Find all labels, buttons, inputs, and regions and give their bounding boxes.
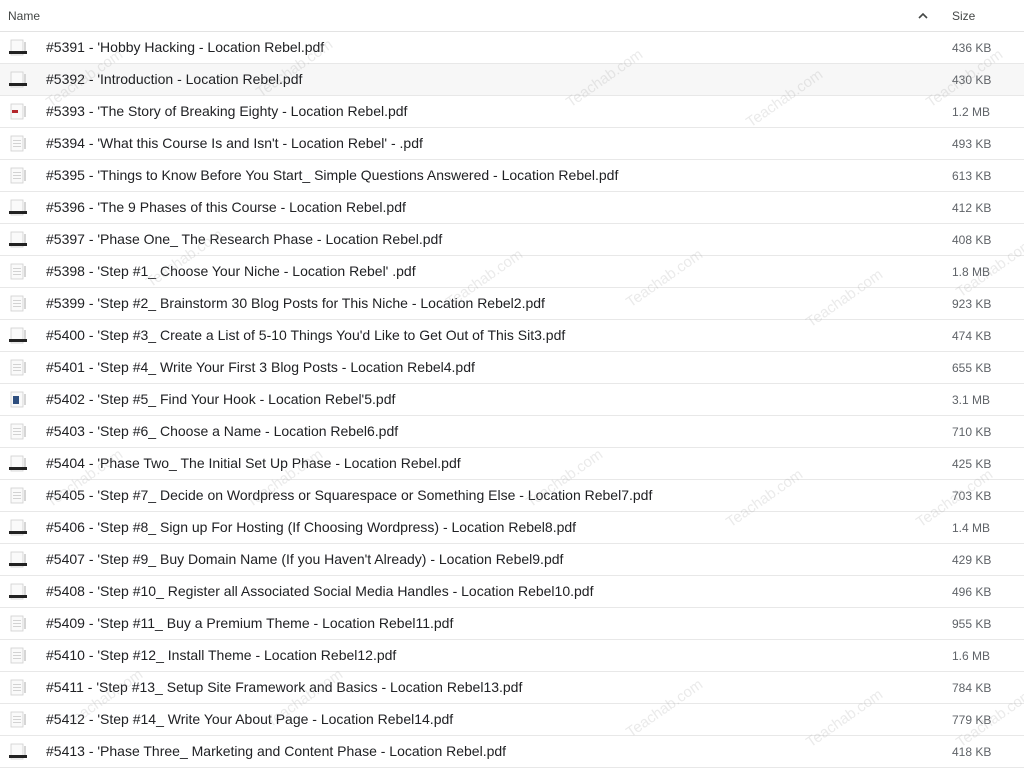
- pdf-thumbnail-icon: [9, 327, 27, 344]
- file-name: #5408 - 'Step #10_ Register all Associat…: [46, 583, 594, 599]
- size-column-header[interactable]: Size: [952, 9, 975, 23]
- pdf-thumbnail-icon: [9, 199, 27, 216]
- file-size: 655 KB: [952, 361, 992, 375]
- pdf-thumbnail-icon: [10, 359, 26, 376]
- pdf-thumbnail-icon: [10, 647, 26, 664]
- file-name: #5400 - 'Step #3_ Create a List of 5-10 …: [46, 327, 566, 343]
- pdf-thumbnail-icon: [10, 295, 26, 312]
- file-name: #5406 - 'Step #8_ Sign up For Hosting (I…: [46, 519, 577, 535]
- pdf-thumbnail-icon: [10, 679, 26, 696]
- file-size: 436 KB: [952, 41, 992, 55]
- name-column-header[interactable]: Name: [8, 9, 40, 23]
- file-name: #5407 - 'Step #9_ Buy Domain Name (If yo…: [46, 551, 564, 567]
- pdf-thumbnail-icon: [9, 231, 27, 248]
- pdf-thumbnail-icon: [10, 615, 26, 632]
- file-name: #5410 - 'Step #12_ Install Theme - Locat…: [46, 647, 397, 663]
- pdf-thumbnail-icon: [10, 423, 26, 440]
- file-size: 1.4 MB: [952, 521, 991, 535]
- file-row[interactable]: #5409 - 'Step #11_ Buy a Premium Theme -…: [0, 608, 1024, 640]
- file-name: #5409 - 'Step #11_ Buy a Premium Theme -…: [46, 615, 454, 631]
- file-row[interactable]: #5401 - 'Step #4_ Write Your First 3 Blo…: [0, 352, 1024, 384]
- file-name: #5401 - 'Step #4_ Write Your First 3 Blo…: [46, 359, 475, 375]
- file-name: #5395 - 'Things to Know Before You Start…: [46, 167, 619, 183]
- file-size: 412 KB: [952, 201, 992, 215]
- file-size: 429 KB: [952, 553, 992, 567]
- file-row[interactable]: #5404 - 'Phase Two_ The Initial Set Up P…: [0, 448, 1024, 480]
- file-row[interactable]: #5391 - 'Hobby Hacking - Location Rebel.…: [0, 32, 1024, 64]
- file-size: 703 KB: [952, 489, 992, 503]
- file-row[interactable]: #5394 - 'What this Course Is and Isn't -…: [0, 128, 1024, 160]
- file-size: 613 KB: [952, 169, 992, 183]
- file-row[interactable]: #5402 - 'Step #5_ Find Your Hook - Locat…: [0, 384, 1024, 416]
- file-name: #5398 - 'Step #1_ Choose Your Niche - Lo…: [46, 263, 416, 279]
- pdf-thumbnail-icon: [9, 583, 27, 600]
- file-size: 474 KB: [952, 329, 992, 343]
- file-row[interactable]: #5400 - 'Step #3_ Create a List of 5-10 …: [0, 320, 1024, 352]
- file-name: #5404 - 'Phase Two_ The Initial Set Up P…: [46, 455, 461, 471]
- file-size: 425 KB: [952, 457, 992, 471]
- file-row[interactable]: #5397 - 'Phase One_ The Research Phase -…: [0, 224, 1024, 256]
- file-row[interactable]: #5403 - 'Step #6_ Choose a Name - Locati…: [0, 416, 1024, 448]
- file-row[interactable]: #5410 - 'Step #12_ Install Theme - Locat…: [0, 640, 1024, 672]
- file-row[interactable]: #5395 - 'Things to Know Before You Start…: [0, 160, 1024, 192]
- pdf-thumbnail-icon: [10, 391, 26, 408]
- file-size: 408 KB: [952, 233, 992, 247]
- file-name: #5392 - 'Introduction - Location Rebel.p…: [46, 71, 303, 87]
- file-row[interactable]: #5412 - 'Step #14_ Write Your About Page…: [0, 704, 1024, 736]
- file-name: #5397 - 'Phase One_ The Research Phase -…: [46, 231, 443, 247]
- file-name: #5396 - 'The 9 Phases of this Course - L…: [46, 199, 406, 215]
- file-row[interactable]: #5408 - 'Step #10_ Register all Associat…: [0, 576, 1024, 608]
- file-row[interactable]: #5399 - 'Step #2_ Brainstorm 30 Blog Pos…: [0, 288, 1024, 320]
- file-size: 493 KB: [952, 137, 992, 151]
- file-size: 496 KB: [952, 585, 992, 599]
- file-row[interactable]: #5393 - 'The Story of Breaking Eighty - …: [0, 96, 1024, 128]
- file-name: #5391 - 'Hobby Hacking - Location Rebel.…: [46, 39, 325, 55]
- pdf-thumbnail-icon: [9, 743, 27, 760]
- column-header-row: Name Size: [0, 0, 1024, 32]
- file-row[interactable]: #5407 - 'Step #9_ Buy Domain Name (If yo…: [0, 544, 1024, 576]
- pdf-thumbnail-icon: [9, 551, 27, 568]
- file-size: 1.8 MB: [952, 265, 991, 279]
- file-name: #5412 - 'Step #14_ Write Your About Page…: [46, 711, 454, 727]
- pdf-thumbnail-icon: [10, 263, 26, 280]
- file-size: 779 KB: [952, 713, 992, 727]
- pdf-thumbnail-icon: [10, 167, 26, 184]
- file-size: 1.2 MB: [952, 105, 991, 119]
- file-size: 710 KB: [952, 425, 992, 439]
- pdf-thumbnail-icon: [10, 135, 26, 152]
- file-name: #5402 - 'Step #5_ Find Your Hook - Locat…: [46, 391, 396, 407]
- file-name: #5411 - 'Step #13_ Setup Site Framework …: [46, 679, 523, 695]
- file-size: 430 KB: [952, 73, 992, 87]
- chevron-up-icon[interactable]: [915, 8, 931, 24]
- pdf-thumbnail-icon: [10, 711, 26, 728]
- file-name: #5393 - 'The Story of Breaking Eighty - …: [46, 103, 408, 119]
- file-row[interactable]: #5396 - 'The 9 Phases of this Course - L…: [0, 192, 1024, 224]
- file-name: #5399 - 'Step #2_ Brainstorm 30 Blog Pos…: [46, 295, 545, 311]
- file-size: 955 KB: [952, 617, 992, 631]
- file-rows: #5391 - 'Hobby Hacking - Location Rebel.…: [0, 32, 1024, 768]
- pdf-thumbnail-icon: [9, 455, 27, 472]
- pdf-thumbnail-icon: [10, 103, 26, 120]
- file-name: #5394 - 'What this Course Is and Isn't -…: [46, 135, 423, 151]
- file-row[interactable]: #5398 - 'Step #1_ Choose Your Niche - Lo…: [0, 256, 1024, 288]
- pdf-thumbnail-icon: [10, 487, 26, 504]
- file-name: #5413 - 'Phase Three_ Marketing and Cont…: [46, 743, 507, 759]
- pdf-thumbnail-icon: [9, 519, 27, 536]
- pdf-thumbnail-icon: [9, 71, 27, 88]
- file-size: 3.1 MB: [952, 393, 991, 407]
- file-row[interactable]: #5413 - 'Phase Three_ Marketing and Cont…: [0, 736, 1024, 768]
- file-name: #5403 - 'Step #6_ Choose a Name - Locati…: [46, 423, 399, 439]
- file-size: 923 KB: [952, 297, 992, 311]
- file-name: #5405 - 'Step #7_ Decide on Wordpress or…: [46, 487, 653, 503]
- pdf-thumbnail-icon: [9, 39, 27, 56]
- file-row[interactable]: #5392 - 'Introduction - Location Rebel.p…: [0, 64, 1024, 96]
- file-size: 784 KB: [952, 681, 992, 695]
- file-size: 1.6 MB: [952, 649, 991, 663]
- file-row[interactable]: #5411 - 'Step #13_ Setup Site Framework …: [0, 672, 1024, 704]
- file-size: 418 KB: [952, 745, 992, 759]
- file-list: Name Size #5391 - 'Hobby Hacking - Locat…: [0, 0, 1024, 768]
- file-row[interactable]: #5406 - 'Step #8_ Sign up For Hosting (I…: [0, 512, 1024, 544]
- file-row[interactable]: #5405 - 'Step #7_ Decide on Wordpress or…: [0, 480, 1024, 512]
